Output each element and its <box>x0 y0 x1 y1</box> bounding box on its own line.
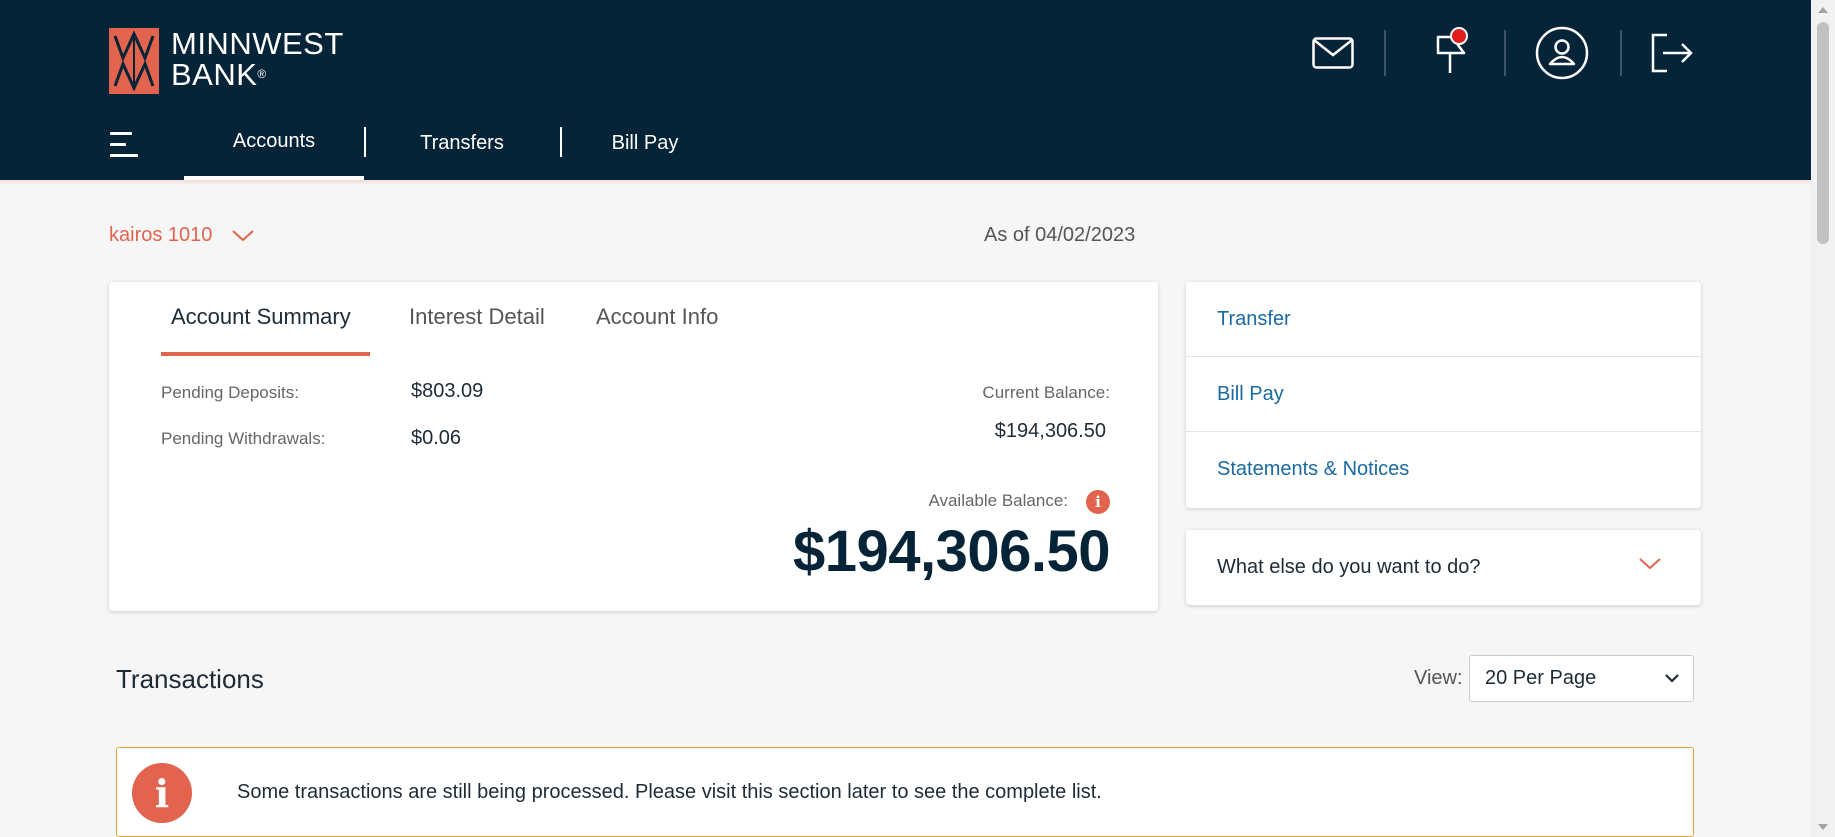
current-balance-label: Current Balance: <box>982 383 1110 402</box>
available-balance-label: Available Balance: <box>928 491 1068 510</box>
registered-mark: ® <box>257 67 267 81</box>
page-scrollbar[interactable] <box>1811 0 1835 837</box>
transactions-title: Transactions <box>116 664 264 694</box>
as-of-date: As of 04/02/2023 <box>984 224 1136 246</box>
transfer-link[interactable]: Transfer <box>1186 282 1701 357</box>
notice-text: Some transactions are still being proces… <box>237 781 1102 803</box>
notification-dot <box>1450 27 1468 45</box>
info-icon[interactable]: i <box>1086 490 1110 514</box>
logo-text: MINNWEST BANK® <box>171 28 344 90</box>
current-balance-value: $194,306.50 <box>994 420 1106 442</box>
more-actions-label: What else do you want to do? <box>1217 556 1481 578</box>
statements-notices-link[interactable]: Statements & Notices <box>1186 432 1701 507</box>
pending-withdrawals-value: $0.06 <box>411 427 462 449</box>
logout-icon[interactable] <box>1645 26 1699 80</box>
logo-line-2: BANK <box>171 57 258 92</box>
nav-divider <box>560 127 562 157</box>
account-name: kairos 1010 <box>109 224 213 246</box>
info-icon: i <box>132 763 192 823</box>
per-page-value: 20 Per Page <box>1485 667 1597 689</box>
scroll-down-icon[interactable] <box>1818 824 1828 830</box>
account-summary-card: Account Summary Interest Detail Account … <box>109 282 1158 611</box>
available-balance-value: $194,306.50 <box>792 519 1111 584</box>
active-tab-indicator <box>161 352 370 356</box>
header-divider <box>1504 30 1506 76</box>
tab-interest-detail[interactable]: Interest Detail <box>409 304 545 330</box>
nav-divider <box>364 127 366 157</box>
header-divider <box>1384 30 1386 76</box>
logo-mark-icon <box>109 28 159 94</box>
per-page-select[interactable]: 20 Per Page <box>1469 655 1694 702</box>
header-shadow <box>0 180 1811 185</box>
bank-logo[interactable]: MINNWEST BANK® <box>109 28 344 94</box>
mail-icon[interactable] <box>1306 26 1360 80</box>
logo-line-1: MINNWEST <box>171 26 344 61</box>
tab-account-info[interactable]: Account Info <box>596 304 718 330</box>
view-label: View: <box>1414 667 1463 689</box>
user-icon[interactable] <box>1535 26 1589 80</box>
chevron-down-icon <box>1639 558 1661 570</box>
nav-tab-bill-pay[interactable]: Bill Pay <box>590 120 700 180</box>
pending-deposits-label: Pending Deposits: <box>161 383 299 402</box>
tab-account-summary[interactable]: Account Summary <box>171 304 351 330</box>
scroll-thumb[interactable] <box>1817 22 1829 244</box>
quick-links-card: Transfer Bill Pay Statements & Notices <box>1186 282 1701 508</box>
pending-deposits-value: $803.09 <box>411 380 484 402</box>
chevron-down-icon <box>1665 674 1679 683</box>
menu-icon[interactable] <box>110 130 142 160</box>
pending-withdrawals-label: Pending Withdrawals: <box>161 429 326 448</box>
nav-tab-transfers[interactable]: Transfers <box>380 120 544 180</box>
scroll-up-icon[interactable] <box>1818 7 1828 13</box>
account-selector[interactable]: kairos 1010 <box>109 224 255 247</box>
bill-pay-link[interactable]: Bill Pay <box>1186 357 1701 432</box>
header-divider <box>1620 30 1622 76</box>
chevron-down-icon <box>232 229 255 241</box>
nav-tab-accounts[interactable]: Accounts <box>184 120 364 180</box>
more-actions-dropdown[interactable]: What else do you want to do? <box>1186 530 1701 605</box>
processing-notice: i Some transactions are still being proc… <box>116 747 1694 837</box>
